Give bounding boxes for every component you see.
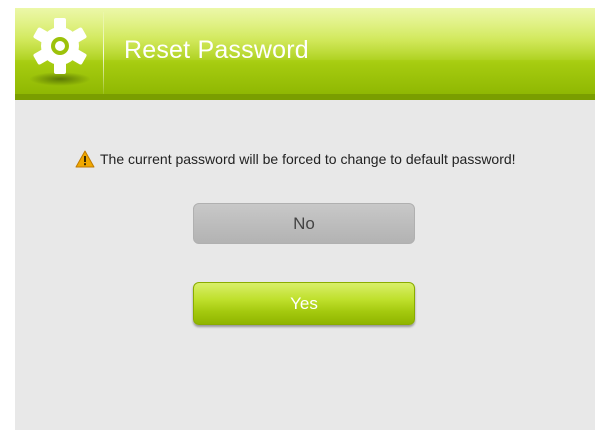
header-bottom-border bbox=[15, 94, 595, 100]
gear-icon bbox=[33, 18, 87, 74]
yes-button[interactable]: Yes bbox=[193, 282, 415, 325]
gear-icon-container bbox=[23, 12, 97, 92]
no-button[interactable]: No bbox=[193, 203, 415, 244]
reset-password-dialog: Reset Password The current password will… bbox=[15, 8, 595, 430]
warning-message: The current password will be forced to c… bbox=[75, 149, 516, 169]
dialog-header: Reset Password bbox=[15, 8, 595, 100]
warning-icon bbox=[75, 150, 95, 168]
header-divider bbox=[103, 12, 104, 94]
dialog-title: Reset Password bbox=[124, 36, 309, 64]
warning-text: The current password will be forced to c… bbox=[100, 151, 516, 167]
